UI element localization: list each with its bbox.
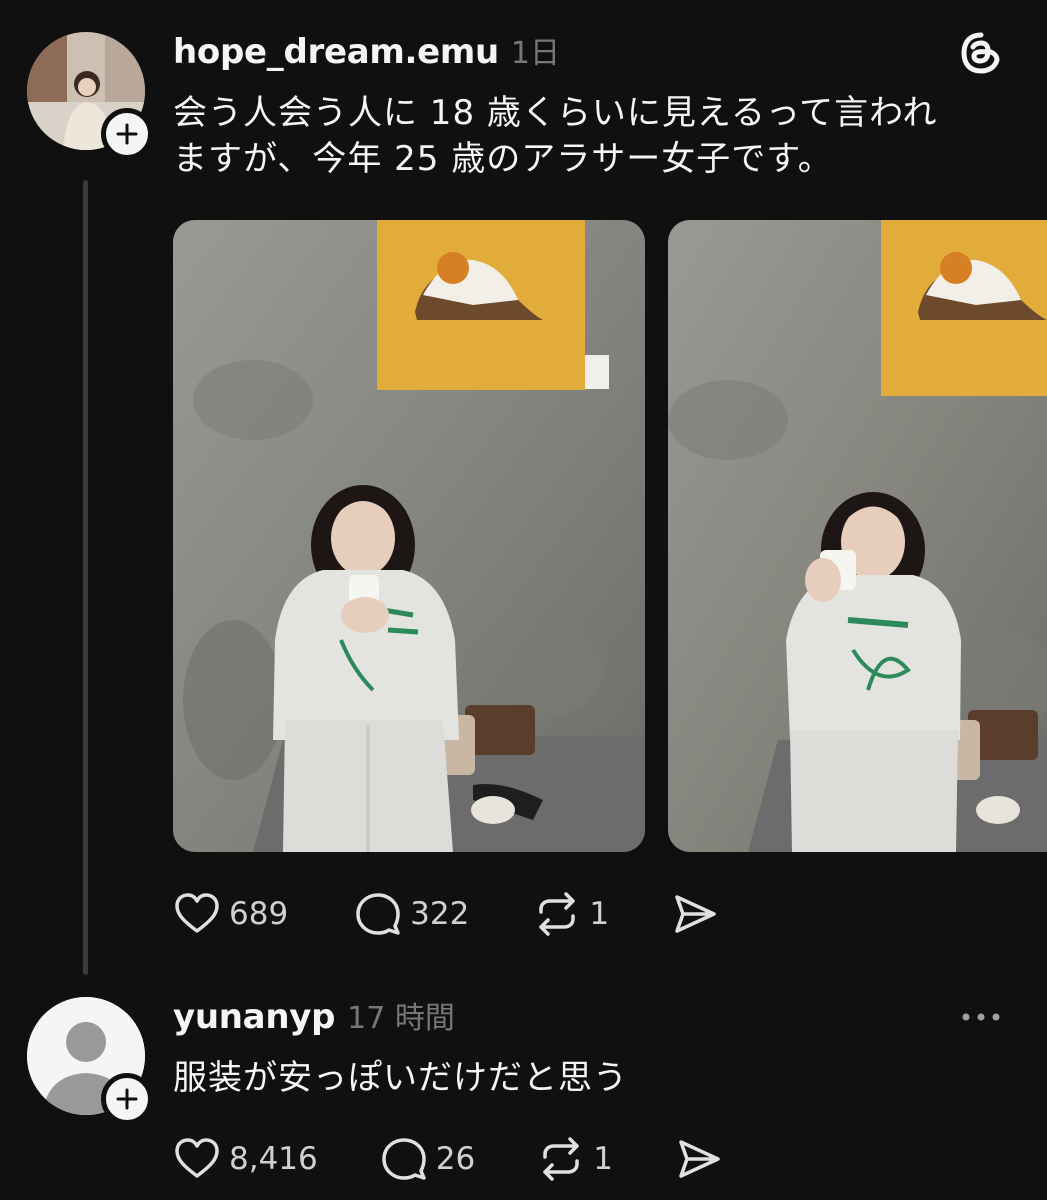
post-username[interactable]: hope_dream.emu [173, 32, 499, 72]
post-repost-count: 1 [589, 896, 610, 932]
plus-icon [116, 1088, 138, 1110]
reply-share-button[interactable] [675, 1133, 723, 1185]
post-actions: 689 322 1 [173, 888, 719, 940]
threads-logo-icon[interactable] [958, 30, 1004, 80]
reply-repost-count: 1 [593, 1141, 613, 1177]
heart-icon [175, 893, 219, 933]
reply-repost-button[interactable]: 1 [537, 1133, 613, 1185]
repost-icon [539, 892, 576, 936]
post-timestamp: 1日 [510, 36, 560, 71]
post-text-line-1: 会う人会う人に 18 歳くらいに見えるって言われ [173, 93, 938, 133]
post-image-2[interactable] [668, 220, 1047, 852]
reply-actions: 8,416 26 1 [173, 1133, 723, 1185]
reply-reply-count: 26 [435, 1141, 476, 1177]
post-text-line-2: ますが、今年 25 歳のアラサー女子です。 [173, 139, 833, 179]
repost-icon [543, 1137, 579, 1181]
post-like-count: 689 [229, 896, 289, 932]
reply-username[interactable]: yunanyp [173, 997, 335, 1037]
reply-reply-button[interactable]: 26 [380, 1133, 475, 1185]
send-icon [675, 895, 716, 933]
post-repost-button[interactable]: 1 [533, 888, 609, 940]
more-options-icon[interactable] [958, 1005, 1004, 1033]
reply-header: yunanyp 17 時間 [173, 993, 455, 1043]
post-reply-count: 322 [410, 896, 470, 932]
reply-like-count: 8,416 [229, 1141, 318, 1177]
follow-button[interactable] [101, 108, 153, 160]
post-header: hope_dream.emu 1日 [173, 28, 560, 78]
post-image-1[interactable] [173, 220, 645, 852]
heart-icon [175, 1138, 219, 1178]
post-reply-button[interactable]: 322 [354, 888, 469, 940]
post-share-button[interactable] [671, 888, 719, 940]
reply-follow-button[interactable] [101, 1073, 153, 1125]
post-text: 会う人会う人に 18 歳くらいに見えるって言われ ますが、今年 25 歳のアラサ… [173, 90, 1023, 182]
plus-icon [116, 123, 138, 145]
thread-line [83, 180, 88, 975]
reply-like-button[interactable]: 8,416 [173, 1133, 318, 1185]
reply-text: 服装が安っぽいだけだと思う [173, 1058, 628, 1098]
send-icon [679, 1140, 720, 1178]
comment-icon [356, 893, 400, 935]
reply-timestamp: 17 時間 [347, 1001, 455, 1036]
post-like-button[interactable]: 689 [173, 888, 288, 940]
comment-icon [382, 1138, 426, 1180]
